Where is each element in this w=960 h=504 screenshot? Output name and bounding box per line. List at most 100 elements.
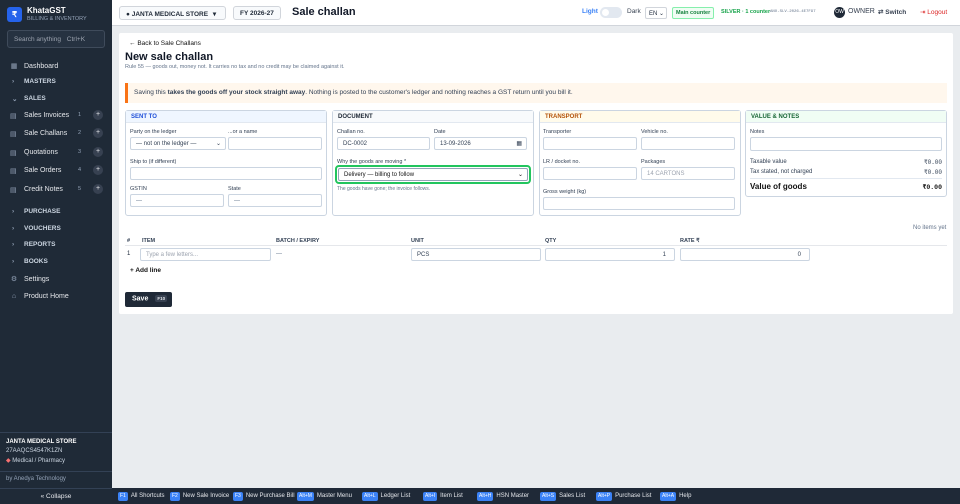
shortcut-key: Alt+M xyxy=(297,492,314,501)
packages-label: Packages xyxy=(641,159,666,165)
shortcut-master-menu[interactable]: Alt+M Master Menu xyxy=(297,491,352,501)
logout-button[interactable]: ⇥ Logout xyxy=(920,8,947,16)
search-label: Search anything xyxy=(14,36,61,43)
chevron-down-icon: ⌄ xyxy=(517,172,523,178)
collapse-label: « Collapse xyxy=(40,493,72,500)
sidebar-item-dashboard[interactable]: ▦ Dashboard xyxy=(0,58,112,74)
company-switcher[interactable]: ● JANTA MEDICAL STORE ▾ xyxy=(119,6,226,20)
add-icon[interactable]: + xyxy=(93,165,103,175)
sidebar-item-label: Dashboard xyxy=(24,62,59,70)
shortcut-key: F1 xyxy=(118,492,128,501)
sidebar-group-purchase[interactable]: › PURCHASE xyxy=(0,208,112,222)
sidebar-item-sale-challans[interactable]: ▤ Sale Challans 2 + xyxy=(0,128,112,147)
switch-button[interactable]: ⇄ Switch xyxy=(878,8,906,16)
calendar-icon[interactable]: ▦ xyxy=(516,140,522,147)
vehicle-input[interactable] xyxy=(641,137,735,150)
shortcut-new-purchase-bill[interactable]: F3 New Purchase Bill xyxy=(233,491,295,501)
ship-to-input[interactable] xyxy=(130,167,322,180)
party-label: Party on the ledger xyxy=(130,129,177,135)
by-line: by Anedya Technology xyxy=(6,476,66,482)
shortcut-key: F3 xyxy=(233,492,243,501)
shortcut-hsn-master[interactable]: Alt+H HSN Master xyxy=(477,491,529,501)
panel-heading: DOCUMENT xyxy=(333,111,533,123)
add-icon[interactable]: + xyxy=(93,147,103,157)
rate-input[interactable]: 0 xyxy=(680,248,810,261)
packages-input[interactable]: 14 CARTONS xyxy=(641,167,735,180)
sidebar-group-vouchers[interactable]: › VOUCHERS xyxy=(0,225,112,239)
date-input[interactable]: 13-09-2026 ▦ xyxy=(434,137,527,150)
sidebar-group-sales[interactable]: ⌄ SALES xyxy=(0,95,112,109)
page-title: Sale challan xyxy=(292,6,356,18)
transporter-input[interactable] xyxy=(543,137,637,150)
role-label: OWNER xyxy=(848,8,875,15)
weight-input[interactable] xyxy=(543,197,735,210)
reason-select[interactable]: Delivery — billing to follow ⌄ xyxy=(338,168,528,181)
sidebar-item-sales-invoices[interactable]: ▤ Sales Invoices 1 + xyxy=(0,110,112,129)
sidebar-group-reports[interactable]: › REPORTS xyxy=(0,241,112,255)
party-select-value: — not on the ledger — xyxy=(136,141,197,147)
counter-badge: Main counter xyxy=(672,7,715,19)
shortcut-purchase-list[interactable]: Alt+P Purchase List xyxy=(596,491,651,501)
state-label: State xyxy=(228,186,241,192)
sidebar-group-masters[interactable]: › MASTERS xyxy=(0,78,112,92)
logout-label: Logout xyxy=(927,9,948,16)
sidebar-item-product-home[interactable]: ⌂ Product Home xyxy=(0,288,112,304)
qty-input[interactable]: 1 xyxy=(545,248,675,261)
date-value: 13-09-2026 xyxy=(440,141,471,147)
shortcut-sales-list[interactable]: Alt+S Sales List xyxy=(540,491,585,501)
batch-value: — xyxy=(276,251,282,257)
back-link-label: Back to Sale Challans xyxy=(137,40,201,47)
add-icon[interactable]: + xyxy=(93,128,103,138)
item-input[interactable]: Type a few letters... xyxy=(140,248,271,261)
col-header-rate: RATE ₹ xyxy=(680,238,700,244)
sidebar-item-quotations[interactable]: ▤ Quotations 3 + xyxy=(0,147,112,166)
total-row: Value of goods ₹0.00 xyxy=(750,182,942,191)
shortcut-number: 4 xyxy=(78,167,82,173)
name-input[interactable] xyxy=(228,137,322,150)
cart-icon: ▤ xyxy=(10,168,17,175)
add-icon[interactable]: + xyxy=(93,110,103,120)
party-select[interactable]: — not on the ledger — ⌄ xyxy=(130,137,226,150)
shortcut-help[interactable]: Alt+A Help xyxy=(660,491,691,501)
search-input[interactable]: Search anything Ctrl+K xyxy=(7,30,105,48)
language-select[interactable]: EN ⌄ xyxy=(645,7,667,19)
shortcut-label: Item List xyxy=(440,493,463,499)
collapse-button[interactable]: « Collapse xyxy=(0,488,112,504)
theme-dark-label[interactable]: Dark xyxy=(627,8,641,15)
gear-icon: ⚙ xyxy=(10,276,18,283)
shortcut-label: Ledger List xyxy=(380,493,411,499)
shortcut-new-sale-invoice[interactable]: F2 New Sale Invoice xyxy=(170,491,229,501)
col-header-unit: UNIT xyxy=(411,238,424,244)
back-link[interactable]: ← Back to Sale Challans xyxy=(129,40,201,47)
shortcut-ledger-list[interactable]: Alt+L Ledger List xyxy=(362,491,410,501)
shortcut-item-list[interactable]: Alt+I Item List xyxy=(423,491,463,501)
shortcut-label: Master Menu xyxy=(316,493,352,499)
shortcut-label: Purchase List xyxy=(615,493,652,499)
challan-no-input[interactable]: DC-0002 xyxy=(337,137,430,150)
theme-light-label[interactable]: Light xyxy=(582,8,598,15)
notes-input[interactable] xyxy=(750,137,942,151)
switch-label: Switch xyxy=(885,9,907,16)
shortcut-number: 5 xyxy=(78,186,82,192)
panel-heading: TRANSPORT xyxy=(540,111,740,123)
col-header-batch: BATCH / EXPIRY xyxy=(276,238,320,244)
total-value: ₹0.00 xyxy=(922,184,942,191)
unit-input[interactable]: PCS xyxy=(411,248,541,261)
sidebar-item-settings[interactable]: ⚙ Settings xyxy=(0,271,112,287)
shortcut-label: Sales List xyxy=(559,493,586,499)
add-icon[interactable]: + xyxy=(93,184,103,194)
quote-icon: ▤ xyxy=(10,150,17,157)
fy-selector[interactable]: FY 2026-27 xyxy=(233,6,281,20)
sidebar-group-books[interactable]: › BOOKS xyxy=(0,258,112,272)
save-button[interactable]: Save F10 xyxy=(125,292,172,307)
shortcut-all[interactable]: F1 All Shortcuts xyxy=(118,491,165,501)
sidebar-item-credit-notes[interactable]: ▤ Credit Notes 5 + xyxy=(0,184,112,203)
home-icon: ⌂ xyxy=(11,292,17,300)
sidebar-item-label: Sales Invoices xyxy=(24,112,70,119)
lr-input[interactable] xyxy=(543,167,637,180)
save-label: Save xyxy=(132,295,149,303)
sidebar-item-sale-orders[interactable]: ▤ Sale Orders 4 + xyxy=(0,165,112,184)
avatar[interactable]: OW xyxy=(834,7,845,18)
add-line-button[interactable]: + Add line xyxy=(130,267,161,274)
theme-toggle[interactable] xyxy=(600,7,622,18)
